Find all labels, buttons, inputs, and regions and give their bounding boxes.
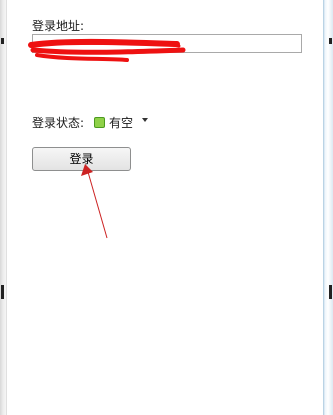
background-window-edge (323, 0, 333, 415)
window-edge-mark (1, 285, 4, 299)
login-dialog-content: 登录地址: 登录状态: 有空 登录 (7, 0, 323, 415)
window-edge-mark (1, 38, 4, 44)
annotation-arrow (81, 164, 108, 239)
window-edge-mark (329, 38, 332, 44)
background-window-edge (0, 0, 7, 415)
window-edge-mark (329, 285, 332, 299)
